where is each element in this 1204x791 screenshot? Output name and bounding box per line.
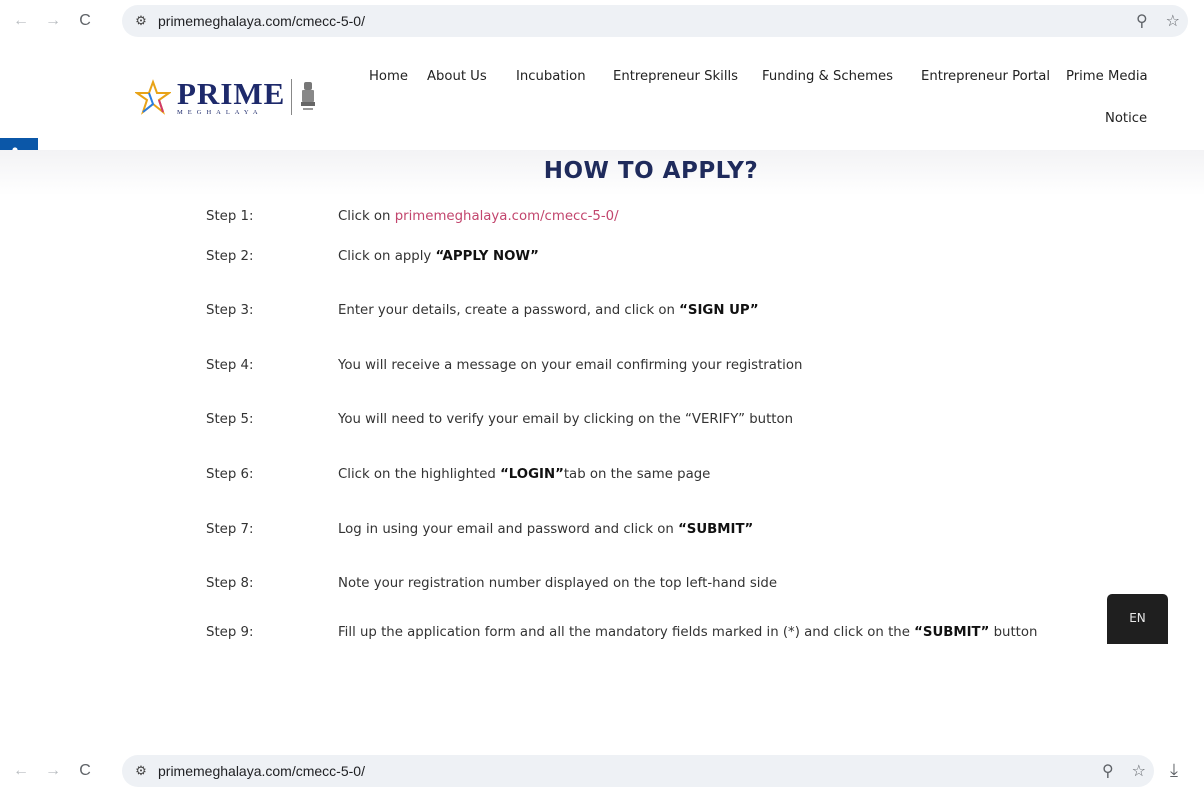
step-text: Fill up the application form and all the…: [338, 625, 1038, 640]
step-label: Step 2:: [206, 249, 254, 264]
reload-icon[interactable]: C: [74, 10, 96, 32]
browser-toolbar: ← → C ⚙ primemeghalaya.com/cmecc-5-0/ ⚲ …: [0, 0, 1204, 42]
step-text: Click on the highlighted “LOGIN”tab on t…: [338, 467, 711, 482]
nav-entrepreneur-portal[interactable]: Entrepreneur Portal: [921, 69, 1050, 84]
state-emblem-icon: [301, 82, 316, 111]
url-text[interactable]: primemeghalaya.com/cmecc-5-0/: [158, 13, 365, 29]
nav-incubation[interactable]: Incubation: [516, 69, 586, 84]
url-text[interactable]: primemeghalaya.com/cmecc-5-0/: [158, 763, 365, 779]
forward-icon[interactable]: →: [42, 10, 64, 32]
zoom-icon[interactable]: ⚲: [1102, 761, 1114, 781]
step-text: Log in using your email and password and…: [338, 522, 754, 537]
step-text: Click on primemeghalaya.com/cmecc-5-0/: [338, 209, 619, 224]
bookmark-star-icon[interactable]: ☆: [1166, 11, 1180, 31]
site-settings-icon[interactable]: ⚙: [128, 8, 154, 34]
step-label: Step 9:: [206, 625, 254, 640]
step-label: Step 3:: [206, 303, 254, 318]
star-logo-icon: [135, 79, 171, 116]
reload-icon[interactable]: C: [74, 760, 96, 782]
nav-about-us[interactable]: About Us: [427, 69, 487, 84]
page-title: HOW TO APPLY?: [543, 158, 759, 184]
forward-icon[interactable]: →: [42, 760, 64, 782]
step-text: Enter your details, create a password, a…: [338, 303, 759, 318]
logo-divider: [291, 79, 293, 116]
nav-notice[interactable]: Notice: [1105, 111, 1147, 126]
step-text: Click on apply “APPLY NOW”: [338, 249, 539, 264]
step-text: You will need to verify your email by cl…: [338, 412, 794, 427]
logo-title: PRIME: [177, 76, 286, 111]
nav-entrepreneur-skills[interactable]: Entrepreneur Skills: [613, 69, 738, 84]
nav-funding-schemes[interactable]: Funding & Schemes: [762, 69, 893, 84]
step-label: Step 1:: [206, 209, 254, 224]
apply-link[interactable]: primemeghalaya.com/cmecc-5-0/: [395, 209, 619, 224]
zoom-icon[interactable]: ⚲: [1136, 11, 1148, 31]
language-switch-button[interactable]: EN: [1107, 594, 1168, 644]
step-label: Step 6:: [206, 467, 254, 482]
site-header: PRIME MEGHALAYA Home About Us Incubation…: [0, 42, 1204, 150]
step-label: Step 7:: [206, 522, 254, 537]
step-label: Step 8:: [206, 576, 254, 591]
back-icon[interactable]: ←: [10, 10, 32, 32]
address-bar[interactable]: ⚙ primemeghalaya.com/cmecc-5-0/ ⚲ ☆: [122, 5, 1188, 37]
step-text: You will receive a message on your email…: [338, 358, 803, 373]
step-text: Note your registration number displayed …: [338, 576, 778, 591]
nav-home[interactable]: Home: [369, 69, 408, 84]
step-label: Step 4:: [206, 358, 254, 373]
back-icon[interactable]: ←: [10, 760, 32, 782]
step-label: Step 5:: [206, 412, 254, 427]
nav-prime-media[interactable]: Prime Media: [1066, 69, 1148, 84]
site-settings-icon[interactable]: ⚙: [128, 758, 154, 784]
download-icon[interactable]: ⤓: [1170, 760, 1190, 782]
browser-toolbar-bottom: ← → C ⚙ primemeghalaya.com/cmecc-5-0/ ⚲ …: [0, 751, 1204, 791]
site-logo[interactable]: PRIME MEGHALAYA: [135, 78, 318, 117]
address-bar[interactable]: ⚙ primemeghalaya.com/cmecc-5-0/ ⚲ ☆: [122, 755, 1154, 787]
bookmark-star-icon[interactable]: ☆: [1132, 761, 1146, 781]
